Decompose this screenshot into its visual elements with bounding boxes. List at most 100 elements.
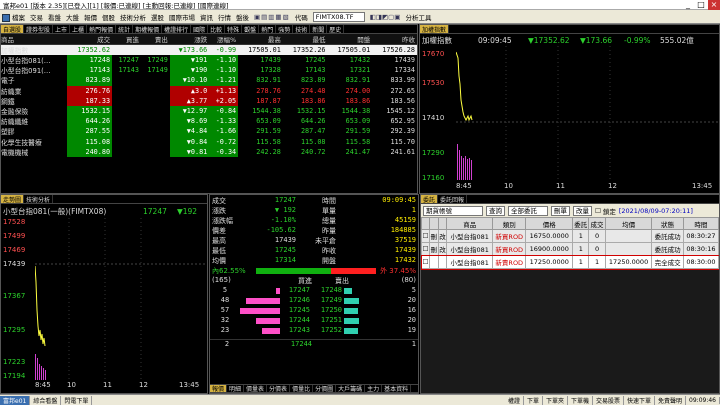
menu-intl[interactable]: 國際市場	[169, 12, 195, 22]
order-col-header[interactable]: 時間	[682, 217, 719, 230]
order-col-header[interactable]: 類別	[492, 217, 527, 230]
order-cell-a[interactable]: 刪	[428, 229, 439, 243]
maximize-button[interactable]: □	[695, 0, 707, 10]
order-row[interactable]: ☐ 小型台指081 新賣ROD 17250.0000 1 1 17250.0000 完全成交 0…	[421, 254, 719, 270]
order-cell-b[interactable]: 改	[437, 242, 448, 256]
menu-info[interactable]: 資訊	[200, 12, 213, 22]
status-disclaimer[interactable]: 免責聲明	[655, 395, 687, 405]
analysis-menu[interactable]: 分析工具	[405, 12, 431, 22]
tab-3[interactable]: 上櫃	[70, 25, 88, 33]
tab-9[interactable]: 比較	[208, 25, 226, 33]
order-col-header[interactable]: 狀態	[651, 217, 684, 230]
tab-1[interactable]: 證券型股	[24, 25, 54, 33]
change-qty-button[interactable]: 改量	[573, 205, 592, 216]
status-quick-order[interactable]: 快速下單	[624, 395, 656, 405]
quote-col-header[interactable]: 漲幅%	[209, 34, 239, 45]
status-app[interactable]: 富邦e01	[0, 395, 31, 405]
quote-row[interactable]: 塑膠 287.55 ▼4.84 -1.66 291.59 287.47 291.59 292.…	[1, 126, 417, 137]
book-row[interactable]: 57 17245 17250 16	[210, 306, 418, 316]
status-overview[interactable]: 綜合看盤	[30, 395, 62, 405]
close-button[interactable]: ×	[708, 0, 720, 10]
tab-detail[interactable]: 明細	[227, 385, 245, 392]
quote-row[interactable]: 加權指數 17352.62 ▼173.66 -0.99 17505.01 17352.26…	[1, 44, 417, 55]
menu-after[interactable]: 盤後	[236, 12, 249, 22]
order-cell-b[interactable]: 改	[437, 229, 448, 243]
tab-12[interactable]: 熱門	[259, 25, 277, 33]
order-col-header[interactable]	[437, 217, 448, 230]
order-cell-chk[interactable]: ☐	[421, 255, 430, 269]
quote-col-header[interactable]: 最高	[238, 34, 283, 45]
tab-5[interactable]: 統計	[116, 25, 134, 33]
tab-order-report[interactable]: 委託回報	[438, 195, 468, 203]
order-cell-chk[interactable]: ☐	[421, 242, 430, 256]
order-col-header[interactable]	[428, 217, 439, 230]
order-col-header[interactable]: 均價	[604, 217, 653, 230]
status-order-folder[interactable]: 下單夾	[543, 395, 568, 405]
order-col-header[interactable]	[421, 217, 430, 230]
quote-col-header[interactable]: 買進	[112, 34, 141, 45]
tab-pricechart[interactable]: 分價圖	[313, 385, 337, 392]
symbol-input[interactable]: FIMTX08.TF	[312, 11, 365, 22]
order-col-header[interactable]: 成交	[588, 217, 606, 230]
tab-quote[interactable]: 報價	[210, 385, 228, 392]
menu-market[interactable]: 大盤	[66, 12, 79, 22]
status-order[interactable]: 下單	[524, 395, 543, 405]
menu-ta[interactable]: 技術分析	[120, 12, 146, 22]
quote-row[interactable]: 化學生技醫療 115.08 ▼0.84 -0.72 115.58 115.08 115.58…	[1, 136, 417, 147]
tab-14[interactable]: 技術	[293, 25, 311, 33]
book-row[interactable]: 32 17244 17251 20	[210, 316, 418, 326]
tab-pricevol[interactable]: 價量表	[244, 385, 268, 392]
quote-row[interactable]: 電機機械 240.80 ▼0.81 -0.34 242.28 240.72 241.47 24…	[1, 146, 417, 157]
order-col-header[interactable]: 價格	[525, 217, 574, 230]
menu-quote[interactable]: 報價	[84, 12, 97, 22]
book-row[interactable]: 23 17243 17252 19	[210, 326, 418, 336]
tab-orders[interactable]: 委託	[421, 195, 439, 203]
menu-trade[interactable]: 交易	[30, 12, 43, 22]
tab-technical[interactable]: 技術分析	[24, 195, 54, 203]
tab-7[interactable]: 權證排行	[162, 25, 192, 33]
tab-chips[interactable]: 大戶籌碼	[336, 385, 366, 392]
status-warrant[interactable]: 權證	[505, 395, 524, 405]
menu-watch[interactable]: 看盤	[48, 12, 61, 22]
cancel-order-button[interactable]: 刪單	[551, 205, 570, 216]
tab-11[interactable]: 觀盤	[242, 25, 260, 33]
book-row[interactable]: 5 17247 17248 5	[210, 286, 418, 296]
quote-row[interactable]: 電子 823.89 ▼10.10 -1.21 832.91 823.89 832.91 833…	[1, 75, 417, 86]
order-row[interactable]: ☐ 刪改小型台指081 新買ROD 16900.0000 1 0 委託成功 08:30:16	[421, 242, 719, 256]
menu-screen[interactable]: 選股	[151, 12, 164, 22]
order-col-header[interactable]: 商品	[446, 217, 494, 230]
tab-pricedist[interactable]: 分價表	[267, 385, 291, 392]
query-button[interactable]: 查詢	[486, 205, 505, 216]
status-stock-trade[interactable]: 交易股票	[593, 395, 625, 405]
tab-16[interactable]: 歷史	[327, 25, 345, 33]
status-flash-order[interactable]: 閃電下單	[61, 395, 93, 405]
menu-stock[interactable]: 個股	[102, 12, 115, 22]
menu-quote2[interactable]: 行情	[218, 12, 231, 22]
minimize-button[interactable]: _	[682, 0, 694, 10]
menu-file[interactable]: 檔案	[2, 12, 25, 22]
quote-col-header[interactable]: 開盤	[327, 34, 373, 45]
tab-2[interactable]: 上市	[53, 25, 71, 33]
quote-row[interactable]: 金融保險 1532.15 ▼12.97 -0.84 1544.38 1532.15 1544…	[1, 105, 417, 117]
quote-col-header[interactable]: 成交	[67, 34, 113, 45]
quote-row[interactable]: 紡織纖維 644.26 ▼8.69 -1.33 653.09 644.26 653.09 65…	[1, 116, 417, 127]
quote-col-header[interactable]: 商品	[1, 34, 68, 45]
tab-main[interactable]: 主力	[365, 385, 383, 392]
tab-4[interactable]: 熱門報價	[87, 25, 117, 33]
order-cell-b[interactable]	[437, 255, 448, 269]
tab-15[interactable]: 新聞	[310, 25, 328, 33]
quote-row[interactable]: 紡織業 276.76 ▲3.0 +1.13 278.76 274.48 274.00 272.…	[1, 85, 417, 96]
quote-col-header[interactable]: 昨收	[372, 34, 417, 45]
order-col-header[interactable]: 委託	[572, 217, 590, 230]
book-row[interactable]: 48 17246 17249 20	[210, 296, 418, 306]
tab-trend-chart[interactable]: 走勢圖	[1, 195, 25, 203]
status-order-machine[interactable]: 下單機	[568, 395, 593, 405]
quote-row[interactable]: 鋼鐵 187.33 ▲3.77 +2.05 187.87 183.86 183.86 183.…	[1, 95, 417, 106]
tab-6[interactable]: 期權報價	[133, 25, 163, 33]
tab-8[interactable]: 國際	[191, 25, 209, 33]
tab-13[interactable]: 強勢	[276, 25, 294, 33]
order-cell-chk[interactable]: ☐	[421, 229, 430, 243]
tab-index-chart[interactable]: 加權指數	[420, 25, 450, 33]
tab-10[interactable]: 特殊	[225, 25, 243, 33]
order-cell-a[interactable]	[428, 255, 439, 269]
